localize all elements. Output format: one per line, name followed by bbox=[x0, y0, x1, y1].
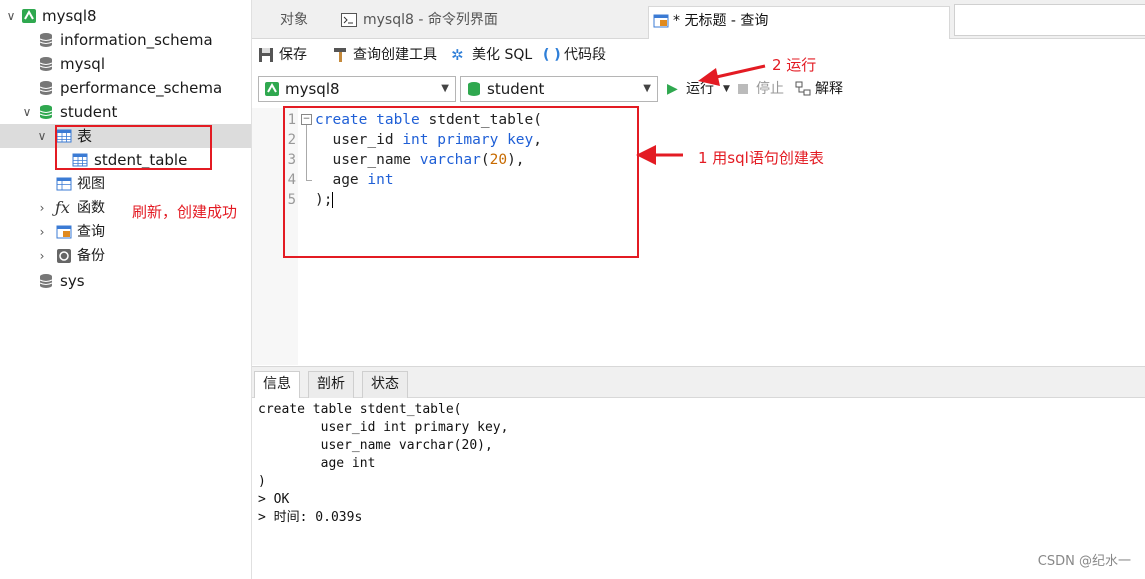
backup-label: 备份 bbox=[77, 248, 105, 264]
stop-icon bbox=[738, 84, 748, 94]
tab-untitled-query[interactable]: * 无标题 - 查询 bbox=[648, 6, 950, 39]
chevron-down-icon[interactable]: ∨ bbox=[20, 100, 34, 124]
connection-icon bbox=[265, 82, 279, 96]
tab-command-line-label: mysql8 - 命令列界面 bbox=[363, 12, 498, 28]
output-line: age int bbox=[258, 456, 376, 471]
database-icon bbox=[39, 33, 53, 47]
view-icon bbox=[56, 177, 72, 191]
magic-wand-icon: ✲ bbox=[451, 46, 464, 64]
backup-icon bbox=[57, 249, 71, 263]
explain-icon bbox=[795, 81, 811, 96]
database-icon bbox=[468, 82, 480, 96]
chevron-right-icon[interactable]: › bbox=[35, 220, 49, 244]
tree-views-node[interactable]: 视图 bbox=[0, 172, 251, 196]
views-label: 视图 bbox=[77, 176, 105, 192]
database-open-icon bbox=[39, 105, 53, 119]
output-line: > 时间: 0.039s bbox=[258, 510, 363, 525]
explain-label: 解释 bbox=[815, 81, 843, 97]
db-label: performance_schema bbox=[60, 79, 223, 97]
hammer-icon bbox=[334, 48, 346, 62]
output-line: create table stdent_table( bbox=[258, 402, 462, 417]
watermark: CSDN @纪水一 bbox=[1037, 554, 1131, 569]
tree-queries-node[interactable]: › 查询 bbox=[0, 220, 251, 244]
beautify-sql-label: 美化 SQL bbox=[472, 47, 533, 63]
annotation-run: 2 运行 bbox=[772, 56, 817, 74]
dropdown-arrow-icon[interactable]: ▼ bbox=[723, 77, 730, 101]
connection-icon bbox=[22, 9, 36, 23]
output-line: user_id int primary key, bbox=[258, 420, 509, 435]
tab-objects[interactable]: 对象 bbox=[280, 6, 308, 38]
db-label: information_schema bbox=[60, 31, 213, 49]
save-label: 保存 bbox=[279, 47, 307, 63]
braces-icon: ( ) bbox=[543, 47, 561, 63]
stop-label: 停止 bbox=[756, 81, 784, 97]
connection-select-value: mysql8 bbox=[285, 80, 340, 98]
result-tab-bar: 信息 剖析 状态 bbox=[252, 366, 1145, 398]
query-icon bbox=[653, 14, 669, 28]
annotation-box-sql bbox=[283, 106, 639, 258]
annotation-box-table bbox=[55, 125, 212, 170]
output-line: user_name varchar(20), bbox=[258, 438, 493, 453]
save-icon bbox=[259, 48, 273, 62]
chevron-down-icon: ▼ bbox=[643, 83, 651, 94]
tab-untitled-query-label: * 无标题 - 查询 bbox=[673, 13, 769, 29]
connection-select[interactable]: mysql8 ▼ bbox=[258, 76, 456, 102]
query-builder-label: 查询创建工具 bbox=[353, 47, 437, 63]
run-label: 运行 bbox=[686, 81, 714, 97]
tab-profile[interactable]: 剖析 bbox=[308, 371, 354, 398]
chevron-down-icon: ▼ bbox=[441, 83, 449, 94]
tree-connection-mysql8[interactable]: ∨ mysql8 bbox=[0, 4, 251, 28]
output-line: > OK bbox=[258, 492, 290, 507]
db-label: sys bbox=[60, 272, 85, 290]
tree-db-sys[interactable]: sys bbox=[0, 269, 251, 293]
database-icon bbox=[39, 274, 53, 288]
tree-db-performance-schema[interactable]: performance_schema bbox=[0, 76, 251, 100]
function-icon: ƒx bbox=[55, 198, 70, 217]
database-icon bbox=[39, 57, 53, 71]
tab-search-field[interactable] bbox=[954, 4, 1145, 36]
tree-backup-node[interactable]: › 备份 bbox=[0, 244, 251, 268]
terminal-icon bbox=[341, 13, 357, 27]
db-label: mysql bbox=[60, 55, 105, 73]
database-select[interactable]: student ▼ bbox=[460, 76, 658, 102]
chevron-right-icon[interactable]: › bbox=[35, 196, 49, 220]
database-icon bbox=[39, 81, 53, 95]
tree-db-mysql[interactable]: mysql bbox=[0, 52, 251, 76]
chevron-right-icon[interactable]: › bbox=[35, 244, 49, 268]
query-icon bbox=[56, 225, 72, 239]
annotation-refresh: 刷新，创建成功 bbox=[132, 203, 238, 221]
database-select-value: student bbox=[487, 80, 545, 98]
output-line: ) bbox=[258, 474, 266, 489]
chevron-down-icon[interactable]: ∨ bbox=[4, 4, 18, 28]
editor-tab-bar: 对象 mysql8 - 命令列界面 * 无标题 - 查询 bbox=[252, 0, 1145, 39]
annotation-sql: 1 用sql语句创建表 bbox=[698, 149, 824, 167]
code-snippet-label: 代码段 bbox=[564, 47, 606, 63]
play-icon: ▶ bbox=[667, 81, 678, 97]
chevron-down-icon[interactable]: ∨ bbox=[35, 124, 49, 148]
connection-label: mysql8 bbox=[42, 7, 97, 25]
tree-db-information-schema[interactable]: information_schema bbox=[0, 28, 251, 52]
navigation-sidebar: ∨ mysql8 information_schema mysql perfor… bbox=[0, 0, 252, 579]
tab-info[interactable]: 信息 bbox=[254, 371, 300, 398]
queries-label: 查询 bbox=[77, 224, 105, 240]
tab-status[interactable]: 状态 bbox=[362, 371, 408, 398]
db-label: student bbox=[60, 103, 118, 121]
tree-db-student[interactable]: ∨ student bbox=[0, 100, 251, 124]
functions-label: 函数 bbox=[77, 200, 105, 216]
